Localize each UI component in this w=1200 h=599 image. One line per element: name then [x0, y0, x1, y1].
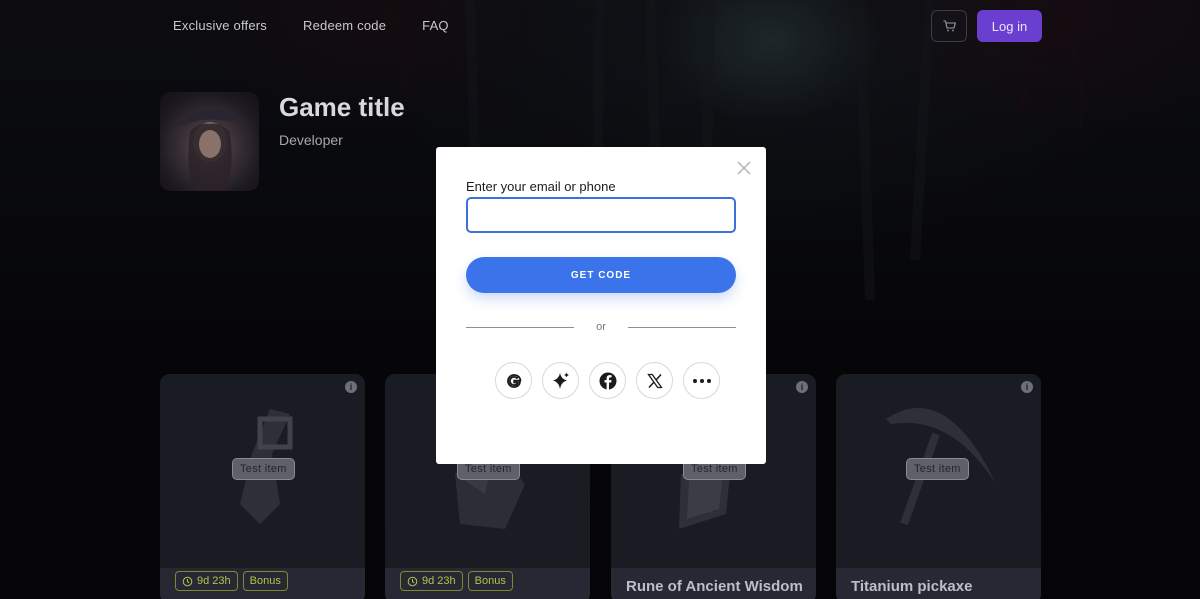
item-card[interactable]: i Test item Titanium pickaxe — [836, 374, 1041, 599]
bonus-badge: Bonus — [242, 571, 288, 591]
x-login-button[interactable] — [636, 362, 673, 399]
sparkle-icon — [552, 372, 569, 389]
info-icon[interactable]: i — [345, 381, 357, 393]
item-name: Rune of Ancient Wisdom — [626, 578, 803, 595]
google-login-button[interactable] — [495, 362, 532, 399]
item-tag: Test item — [906, 458, 969, 480]
nav-faq[interactable]: FAQ — [422, 18, 449, 33]
close-button[interactable] — [736, 160, 752, 176]
item-tag: Test item — [232, 458, 295, 480]
nav-exclusive-offers[interactable]: Exclusive offers — [173, 18, 267, 33]
get-code-button[interactable]: GET CODE — [466, 257, 736, 293]
email-field-label: Enter your email or phone — [466, 179, 616, 194]
cart-icon — [943, 20, 956, 32]
email-phone-input[interactable] — [466, 197, 736, 233]
timer-text: 9d 23h — [197, 575, 231, 587]
item-badges: 9d 23h Bonus — [175, 571, 288, 591]
more-icon — [692, 378, 711, 383]
close-icon — [737, 161, 751, 175]
clock-icon — [182, 576, 193, 586]
login-button[interactable]: Log in — [977, 10, 1042, 42]
cart-button[interactable] — [931, 10, 967, 42]
facebook-icon — [599, 372, 616, 389]
facebook-login-button[interactable] — [589, 362, 626, 399]
item-name: Titanium pickaxe — [851, 578, 973, 595]
developer-name: Developer — [279, 132, 343, 148]
sparkle-login-button[interactable] — [542, 362, 579, 399]
item-badges: 9d 23h Bonus — [400, 571, 513, 591]
nav-redeem-code[interactable]: Redeem code — [303, 18, 386, 33]
x-icon — [646, 373, 663, 388]
timer-badge: 9d 23h — [400, 571, 463, 591]
game-cover-image — [160, 92, 259, 191]
info-icon[interactable]: i — [796, 381, 808, 393]
more-login-options-button[interactable] — [683, 362, 720, 399]
timer-text: 9d 23h — [422, 575, 456, 587]
witch-portrait-icon — [175, 108, 245, 191]
clock-icon — [407, 576, 418, 586]
top-nav: Exclusive offers Redeem code FAQ — [173, 18, 485, 33]
login-modal: Enter your email or phone GET CODE or — [436, 147, 766, 464]
timer-badge: 9d 23h — [175, 571, 238, 591]
google-icon — [506, 373, 521, 388]
or-divider: or — [466, 321, 736, 335]
divider-line-right — [628, 327, 736, 328]
game-title: Game title — [279, 92, 405, 122]
social-login-buttons — [495, 362, 720, 399]
bonus-badge: Bonus — [467, 571, 513, 591]
info-icon[interactable]: i — [1021, 381, 1033, 393]
item-card[interactable]: i Test item 9d 23h Bonus — [160, 374, 365, 599]
